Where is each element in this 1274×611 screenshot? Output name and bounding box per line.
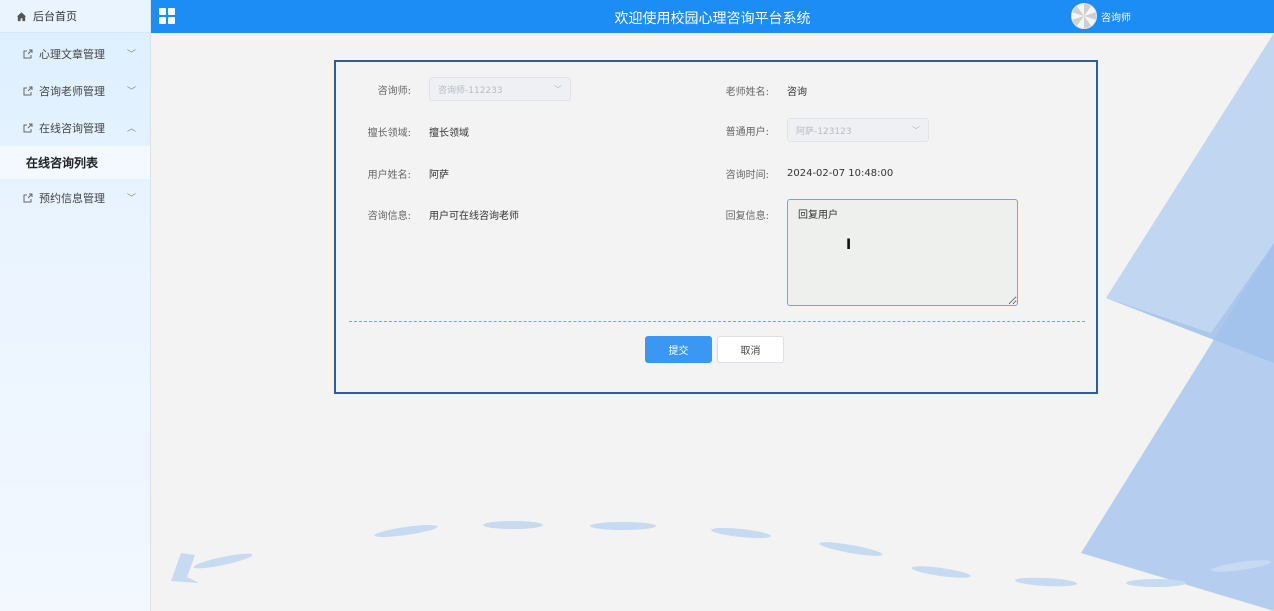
chevron-down-icon: ﹀ [554,84,562,94]
form-row-user-name: 用户姓名: 阿萨 [336,166,449,181]
sidebar: 后台首页 心理文章管理 ﹀ 咨询老师管理 ﹀ 在线咨询管理 ︿ 在线咨询列表 预… [0,0,151,611]
consultant-label: 咨询师: [377,85,411,97]
form-row-expertise: 擅长领域: 擅长领域 [336,124,469,139]
regular-user-label: 普通用户: [725,126,769,138]
home-icon [16,11,27,21]
form-row-regular-user: 普通用户: 阿萨-123123 ﹀ [694,118,929,142]
sidebar-menu-label: 在线咨询管理 [39,121,105,135]
consult-info-value: 用户可在线咨询老师 [429,211,519,222]
chevron-down-icon: ﹀ [126,87,136,97]
chevron-down-icon: ﹀ [126,50,136,60]
consult-time-label: 咨询时间: [725,170,769,181]
expertise-label: 擅长领域: [367,128,411,139]
form-row-reply: 回复信息: 回复用户 [694,199,1018,306]
external-link-icon [23,49,33,58]
form-row-teacher-name: 老师姓名: 咨询 [694,83,807,98]
consultant-select-value: 咨询师-112233 [438,85,503,96]
external-link-icon [23,193,33,202]
user-name: 咨询师 [1101,12,1131,24]
sidebar-menu-consult[interactable]: 在线咨询管理 ︿ [0,109,150,146]
user-menu[interactable]: 咨询师 [1071,3,1131,29]
form-row-consultant: 咨询师: 咨询师-112233 ﹀ [336,77,571,101]
external-link-icon [23,86,33,95]
chevron-down-icon: ﹀ [912,125,920,135]
submit-button[interactable]: 提交 [645,336,712,363]
sidebar-item-label: 后台首页 [33,10,77,23]
text-cursor-icon: I [846,237,852,253]
user-name-value: 阿萨 [429,170,449,181]
cancel-button[interactable]: 取消 [717,336,784,363]
reply-label: 回复信息: [725,211,769,222]
sidebar-item-home[interactable]: 后台首页 [0,0,150,33]
avatar [1071,3,1097,29]
teacher-name-label: 老师姓名: [725,87,769,98]
consult-time-value: 2024-02-07 10:48:00 [787,168,894,179]
user-name-label: 用户姓名: [367,170,411,181]
sidebar-menu-appointment[interactable]: 预约信息管理 ﹀ [0,179,150,216]
chevron-up-icon: ︿ [126,124,136,134]
expertise-value: 擅长领域 [429,128,469,139]
chevron-down-icon: ﹀ [126,194,136,204]
consult-detail-form: 咨询师: 咨询师-112233 ﹀ 老师姓名: 咨询 擅长领域: 擅长领域 普通… [334,60,1098,394]
regular-user-select[interactable]: 阿萨-123123 ﹀ [787,118,929,142]
sidebar-subitem-consult-list[interactable]: 在线咨询列表 [0,146,150,179]
form-row-consult-time: 咨询时间: 2024-02-07 10:48:00 [694,166,894,181]
sidebar-menu-label: 咨询老师管理 [39,84,105,98]
teacher-name-value: 咨询 [787,87,807,98]
sidebar-menu-label: 心理文章管理 [39,47,105,61]
sidebar-menu-label: 预约信息管理 [39,191,105,205]
consult-info-label: 咨询信息: [367,211,411,222]
external-link-icon [23,123,33,132]
reply-textarea[interactable]: 回复用户 [787,199,1018,306]
top-bar: 欢迎使用校园心理咨询平台系统 咨询师 [151,0,1274,33]
sidebar-menu-article[interactable]: 心理文章管理 ﹀ [0,35,150,72]
sidebar-menu-teacher[interactable]: 咨询老师管理 ﹀ [0,72,150,109]
form-row-consult-info: 咨询信息: 用户可在线咨询老师 [336,207,519,222]
consultant-select[interactable]: 咨询师-112233 ﹀ [429,77,571,101]
regular-user-select-value: 阿萨-123123 [796,126,852,137]
divider [349,321,1085,322]
